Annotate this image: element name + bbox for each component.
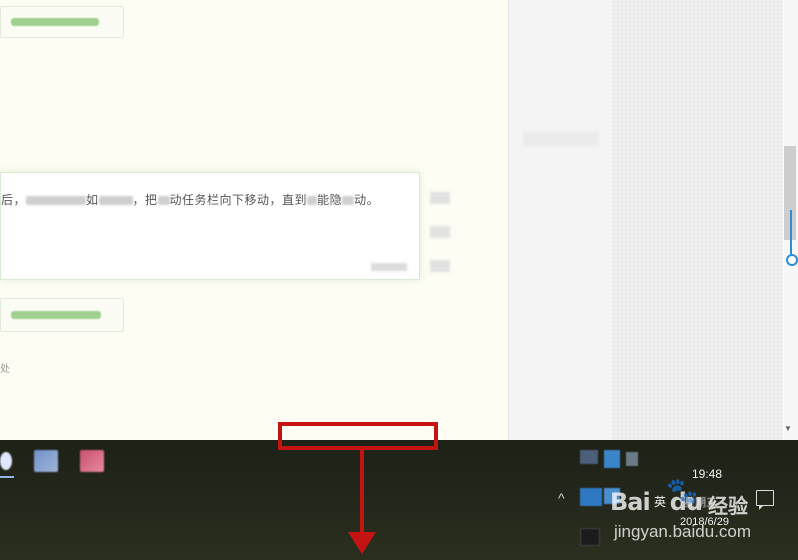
active-indicator	[0, 476, 14, 478]
side-mark	[430, 226, 450, 238]
slider-knob[interactable]	[786, 254, 798, 266]
right-panel	[612, 0, 782, 440]
watermark-logo-text: Bai	[610, 488, 651, 516]
blurred-text	[523, 132, 599, 146]
blurred-tag-top[interactable]	[0, 6, 124, 38]
slider-bar[interactable]	[790, 210, 792, 256]
tray-icon[interactable]	[580, 488, 602, 506]
redacted-text	[342, 196, 355, 206]
redacted-text	[307, 196, 318, 206]
message-prefix: 后，	[1, 193, 27, 207]
input-language[interactable]: 英	[654, 493, 666, 510]
clock-weekday[interactable]: 星期五	[684, 494, 717, 510]
redacted-text	[157, 196, 170, 206]
redacted-text	[26, 196, 87, 206]
message-timestamp	[371, 263, 407, 271]
clock-time[interactable]: 19:48	[692, 467, 722, 481]
clock-date[interactable]: 2018/6/29	[680, 516, 729, 528]
app-icon[interactable]	[80, 450, 104, 472]
tray-icon[interactable]	[580, 528, 600, 546]
side-mark	[430, 260, 450, 272]
blurred-text	[11, 18, 99, 26]
message-fragment: ，把	[132, 193, 158, 207]
chat-content-area: 后， 如 ，把 动任务栏向下移动，直到 能隐 动。 处	[0, 0, 508, 440]
message-fragment: 动任务栏向下移动，直到	[169, 193, 308, 207]
tray-icon[interactable]	[580, 450, 598, 464]
scroll-down-arrow-icon[interactable]: ▼	[784, 424, 792, 433]
message-card: 后， 如 ，把 动任务栏向下移动，直到 能隐 动。	[0, 172, 420, 280]
redacted-text	[98, 196, 133, 206]
annotation-box	[278, 422, 438, 450]
app-icon[interactable]	[34, 450, 58, 472]
middle-panel	[508, 0, 613, 440]
side-mark	[430, 192, 450, 204]
message-fragment: 如	[86, 193, 99, 207]
message-text: 后， 如 ，把 动任务栏向下移动，直到 能隐 动。	[1, 191, 379, 208]
blurred-text	[11, 311, 101, 319]
down-arrow-icon	[348, 532, 376, 554]
chevron-up-icon[interactable]: ^	[558, 490, 565, 506]
message-fragment: 动。	[354, 193, 380, 207]
browser-icon[interactable]	[0, 452, 12, 470]
tray-icon[interactable]	[626, 452, 638, 466]
blurred-tag-bottom[interactable]	[0, 298, 124, 332]
action-center-icon[interactable]	[756, 490, 774, 510]
tray-icon[interactable]	[604, 450, 620, 468]
address-text: 处	[0, 364, 10, 375]
message-fragment: 能隐	[317, 193, 343, 207]
